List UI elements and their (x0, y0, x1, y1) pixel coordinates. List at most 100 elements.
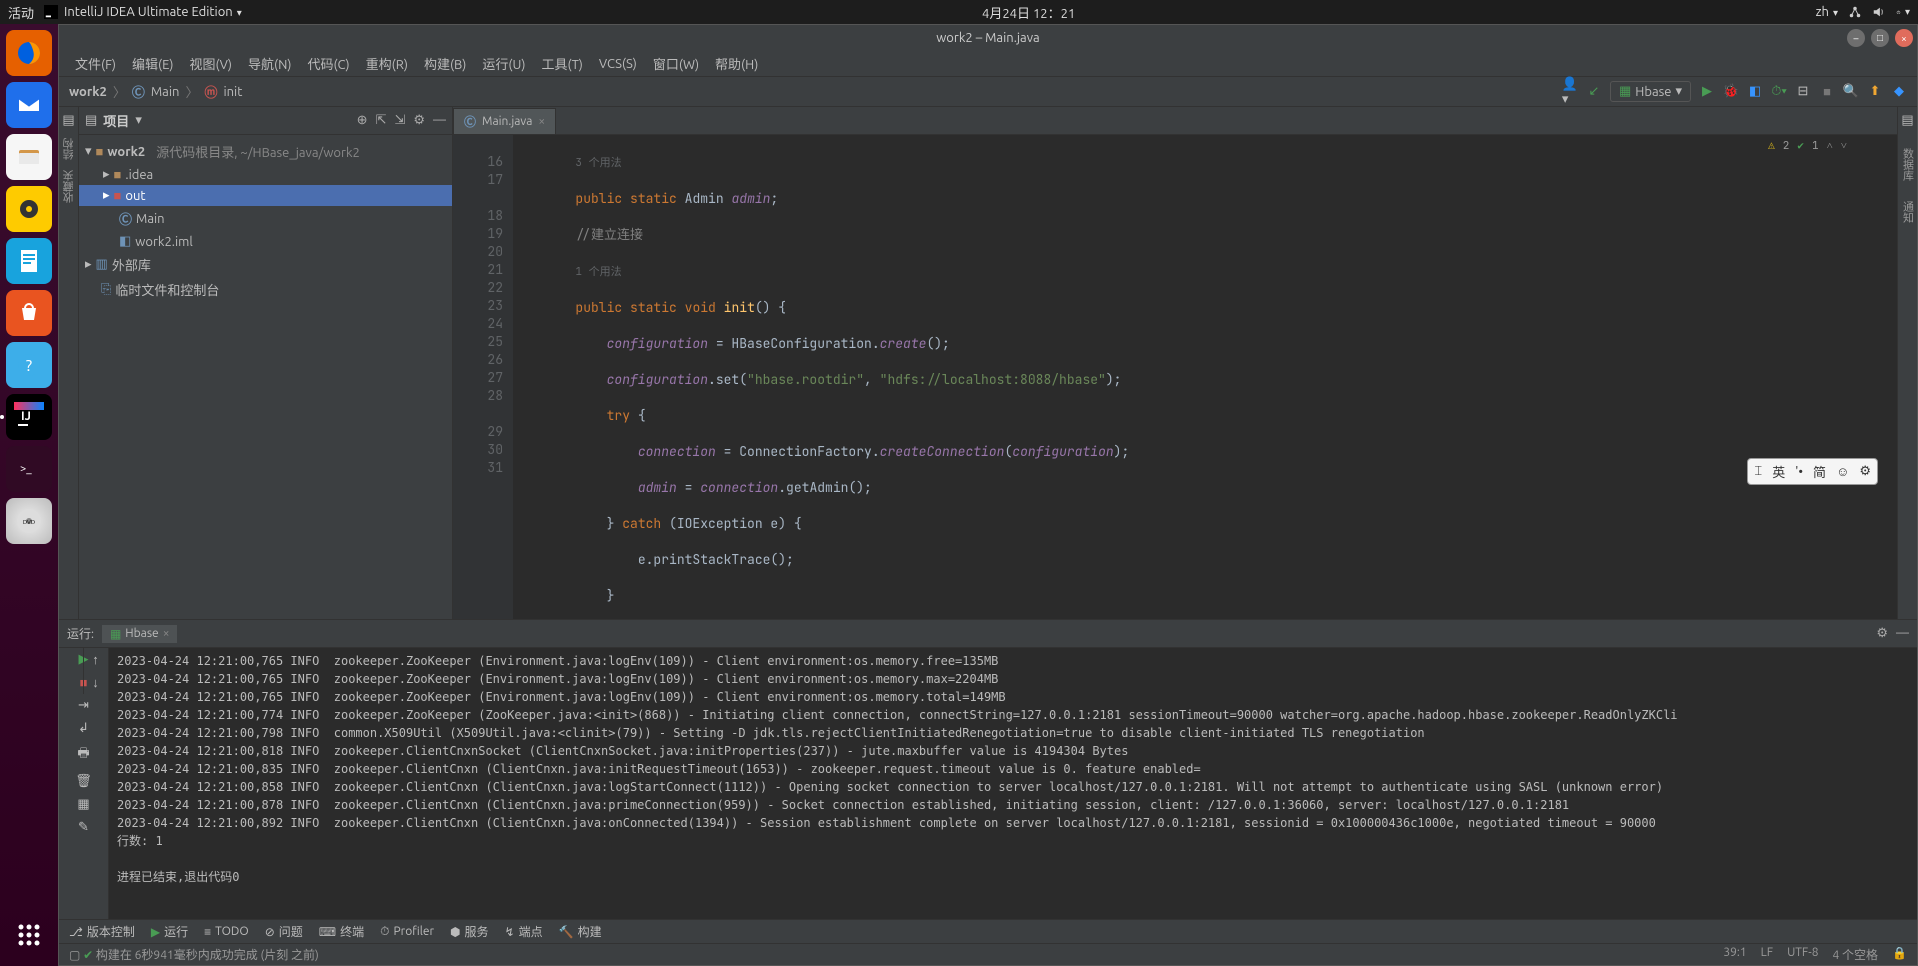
tree-main[interactable]: Ⓒ Main (79, 206, 452, 231)
tree-scratch[interactable]: ⎘ 临时文件和控制台 (79, 277, 452, 302)
tree-root[interactable]: ▾ ■ work2 源代码根目录, ~/HBase_java/work2 (79, 139, 452, 164)
volume-icon[interactable] (1872, 5, 1886, 19)
crumb-project[interactable]: work2 (69, 85, 107, 99)
window-titlebar[interactable]: work2 – Main.java – □ × (59, 25, 1917, 51)
activities-button[interactable]: 活动 (8, 3, 34, 22)
stop-button[interactable]: ■ (1819, 84, 1835, 100)
soft-wrap-icon[interactable]: ↲ (78, 721, 89, 736)
window-close-button[interactable]: × (1895, 29, 1913, 47)
code-content[interactable]: 3 个用法 public static Admin admin; //建立连接 … (513, 135, 1897, 619)
attach-button[interactable]: ⊟ (1795, 84, 1811, 100)
cursor-position[interactable]: 39:1 (1723, 946, 1746, 963)
vcs-update-icon[interactable]: ↙ (1586, 84, 1602, 100)
profiler-button[interactable]: ⏱Profiler (380, 925, 434, 939)
rhythmbox-icon[interactable] (6, 186, 52, 232)
software-icon[interactable] (6, 290, 52, 336)
debug-button[interactable]: 🐞 (1723, 84, 1739, 100)
menu-view[interactable]: 视图(V) (184, 52, 238, 75)
coverage-button[interactable]: ◧ (1747, 84, 1763, 100)
tree-external[interactable]: ▸ ▥ 外部库 (79, 252, 452, 277)
app-indicator[interactable]: IntelliJ IDEA Ultimate Edition (44, 5, 242, 19)
terminal-icon[interactable]: >_ (6, 446, 52, 492)
indent-settings[interactable]: 4 个空格 (1833, 946, 1879, 963)
project-panel-title[interactable]: 项目 (103, 111, 129, 130)
menu-build[interactable]: 构建(B) (418, 52, 472, 75)
run-tab-hbase[interactable]: ▦ Hbase × (102, 625, 178, 643)
lang-indicator[interactable]: zh (1816, 5, 1838, 19)
help-icon[interactable]: ? (6, 342, 52, 388)
menu-vcs[interactable]: VCS(S) (593, 55, 643, 73)
run-hide-icon[interactable]: — (1896, 626, 1909, 641)
search-everywhere-icon[interactable]: 🔍 (1843, 84, 1859, 100)
run-button[interactable]: ▶ (1699, 84, 1715, 100)
ime-punct-icon[interactable]: '• (1795, 465, 1803, 479)
locate-icon[interactable]: ⊕ (357, 113, 368, 128)
assistant-icon[interactable]: ◆ (1891, 84, 1907, 100)
menu-code[interactable]: 代码(C) (301, 52, 355, 75)
code-editor[interactable]: ⚠2 ✔1 ˄ ˅ 16 17 18 19 20 21 22 23 24 25 … (453, 135, 1897, 619)
tree-out[interactable]: ▸ ■ out (79, 185, 452, 206)
bookmarks-tool-button[interactable]: 收藏夹 (61, 170, 77, 203)
structure-tool-button[interactable]: 结构 (61, 138, 77, 160)
profile-button[interactable]: ⏱▾ (1771, 84, 1787, 100)
services-button[interactable]: ⬢服务 (450, 923, 489, 940)
menu-edit[interactable]: 编辑(E) (126, 52, 179, 75)
apps-grid-icon[interactable] (6, 912, 52, 958)
up-icon[interactable]: ↑ (92, 652, 99, 667)
menu-window[interactable]: 窗口(W) (647, 52, 705, 75)
writer-icon[interactable] (6, 238, 52, 284)
encoding[interactable]: UTF-8 (1787, 946, 1818, 963)
clock[interactable]: 4月24日 12：21 (982, 3, 1075, 22)
scroll-end-icon[interactable]: ⇥ (78, 698, 89, 713)
readonly-lock-icon[interactable]: 🔒 (1892, 946, 1907, 963)
clear-icon[interactable]: 🗑 (75, 774, 92, 789)
menu-tools[interactable]: 工具(T) (535, 52, 588, 75)
editor-tab-main[interactable]: Ⓒ Main.java × (453, 108, 556, 134)
todo-button[interactable]: ≡TODO (204, 925, 249, 939)
crumb-method[interactable]: init (223, 85, 242, 99)
panel-hide-icon[interactable]: — (433, 113, 446, 128)
run-config-selector[interactable]: ▦ Hbase ▾ (1610, 81, 1691, 102)
pin-icon[interactable]: ✎ (78, 820, 89, 835)
expand-icon[interactable]: ⇱ (376, 113, 387, 128)
menu-help[interactable]: 帮助(H) (709, 52, 764, 75)
close-icon[interactable]: × (538, 115, 545, 128)
run-tool-button[interactable]: ▶运行 (151, 923, 188, 940)
ime-lang-en[interactable]: 英 (1772, 462, 1785, 481)
crumb-class[interactable]: Main (151, 85, 180, 99)
ime-settings-icon[interactable]: ⚙ (1859, 464, 1871, 479)
build-button[interactable]: 🔨构建 (559, 923, 602, 940)
menu-file[interactable]: 文件(F) (69, 52, 122, 75)
console-output[interactable]: 2023-04-24 12:21:00,765 INFO zookeeper.Z… (109, 648, 1917, 919)
version-control-button[interactable]: ⎇版本控制 (69, 923, 135, 940)
notifications-tool-button[interactable]: 通知 (1900, 201, 1916, 223)
menu-run[interactable]: 运行(U) (476, 52, 531, 75)
layout-icon[interactable]: ▦ (77, 797, 89, 812)
ide-updates-icon[interactable]: ⬆ (1867, 84, 1883, 100)
power-icon[interactable] (1896, 5, 1910, 19)
run-settings-icon[interactable]: ⚙ (1876, 626, 1888, 641)
intellij-app-icon[interactable]: IJ (6, 394, 52, 440)
thunderbird-icon[interactable] (6, 82, 52, 128)
terminal-button[interactable]: ⌨终端 (319, 923, 364, 940)
down-icon[interactable]: ↓ (92, 675, 99, 690)
window-maximize-button[interactable]: □ (1871, 29, 1889, 47)
menu-navigate[interactable]: 导航(N) (242, 52, 297, 75)
ime-toolbar[interactable]: ⌶ 英 '• 简 ☺ ⚙ (1747, 458, 1878, 485)
panel-settings-icon[interactable]: ⚙ (413, 113, 425, 128)
menu-refactor[interactable]: 重构(R) (360, 52, 414, 75)
add-user-icon[interactable]: 👤▾ (1562, 84, 1578, 100)
window-minimize-button[interactable]: – (1847, 29, 1865, 47)
network-icon[interactable] (1848, 5, 1862, 19)
tree-idea[interactable]: ▸ ■ .idea (79, 164, 452, 185)
database-tool-button[interactable]: 数据库 (1900, 148, 1916, 181)
ime-lang-cn[interactable]: 简 (1813, 462, 1826, 481)
firefox-icon[interactable] (6, 30, 52, 76)
files-icon[interactable] (6, 134, 52, 180)
right-tool-icon[interactable]: ▤ (1901, 113, 1913, 128)
project-tool-button[interactable]: ▤ (62, 113, 74, 128)
close-icon[interactable]: × (163, 627, 170, 640)
collapse-icon[interactable]: ⇲ (394, 113, 405, 128)
problems-button[interactable]: ⊘问题 (265, 923, 303, 940)
status-hide-icon[interactable]: ▢ (69, 948, 80, 962)
